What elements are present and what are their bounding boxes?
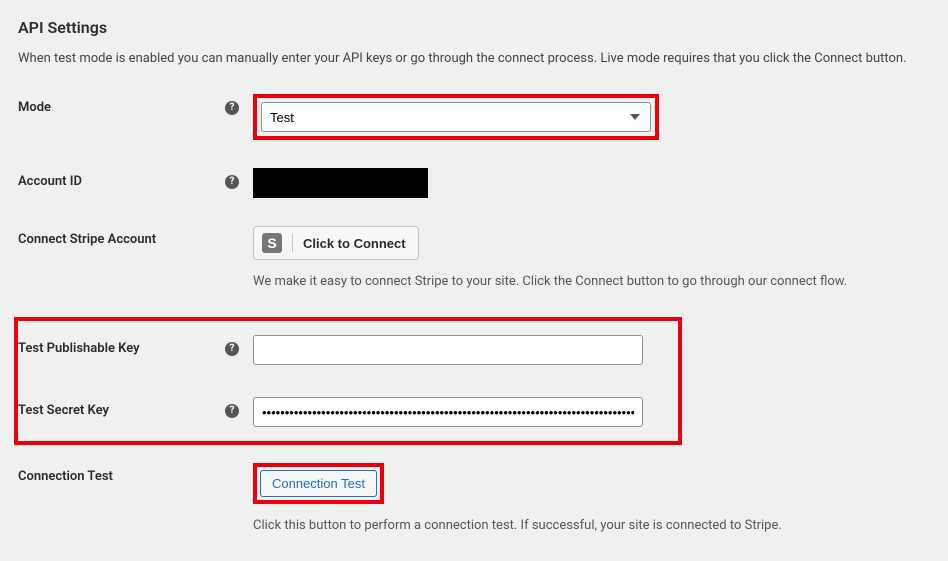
section-description: When test mode is enabled you can manual… (18, 51, 930, 66)
connection-test-button[interactable]: Connection Test (260, 470, 377, 497)
section-title: API Settings (18, 18, 930, 37)
connection-test-label: Connection Test (18, 469, 253, 484)
field-publishable-key: Test Publishable Key ? (18, 335, 674, 365)
publishable-key-label: Test Publishable Key (18, 341, 225, 356)
connect-stripe-helper: We make it easy to connect Stripe to you… (253, 274, 930, 289)
field-secret-key: Test Secret Key ? (18, 397, 674, 427)
field-account-id: Account ID ? (18, 168, 930, 198)
connect-stripe-button[interactable]: S Click to Connect (253, 226, 419, 260)
field-connection-test: Connection Test Connection Test Click th… (18, 463, 930, 533)
help-icon[interactable]: ? (225, 175, 239, 189)
field-mode: Mode ? Test (18, 94, 930, 140)
secret-key-input[interactable] (253, 397, 643, 427)
help-icon[interactable]: ? (225, 101, 239, 115)
publishable-key-input[interactable] (253, 335, 643, 365)
account-id-label: Account ID (18, 174, 225, 189)
connection-test-helper: Click this button to perform a connectio… (253, 518, 930, 533)
connect-stripe-button-label: Click to Connect (303, 236, 406, 251)
highlight-box: Connection Test (253, 463, 384, 504)
secret-key-label: Test Secret Key (18, 403, 225, 418)
mode-label: Mode (18, 100, 225, 115)
help-icon[interactable]: ? (225, 404, 239, 418)
divider (292, 234, 293, 252)
mode-select[interactable]: Test (261, 102, 651, 132)
stripe-logo-icon: S (262, 233, 282, 253)
account-id-value-redacted (253, 168, 428, 198)
field-connect-stripe: Connect Stripe Account S Click to Connec… (18, 226, 930, 289)
highlight-box: Test Publishable Key ? Test Secret Key ? (14, 317, 682, 445)
connect-stripe-label: Connect Stripe Account (18, 232, 253, 247)
help-icon[interactable]: ? (225, 342, 239, 356)
highlight-box: Test (253, 94, 659, 140)
